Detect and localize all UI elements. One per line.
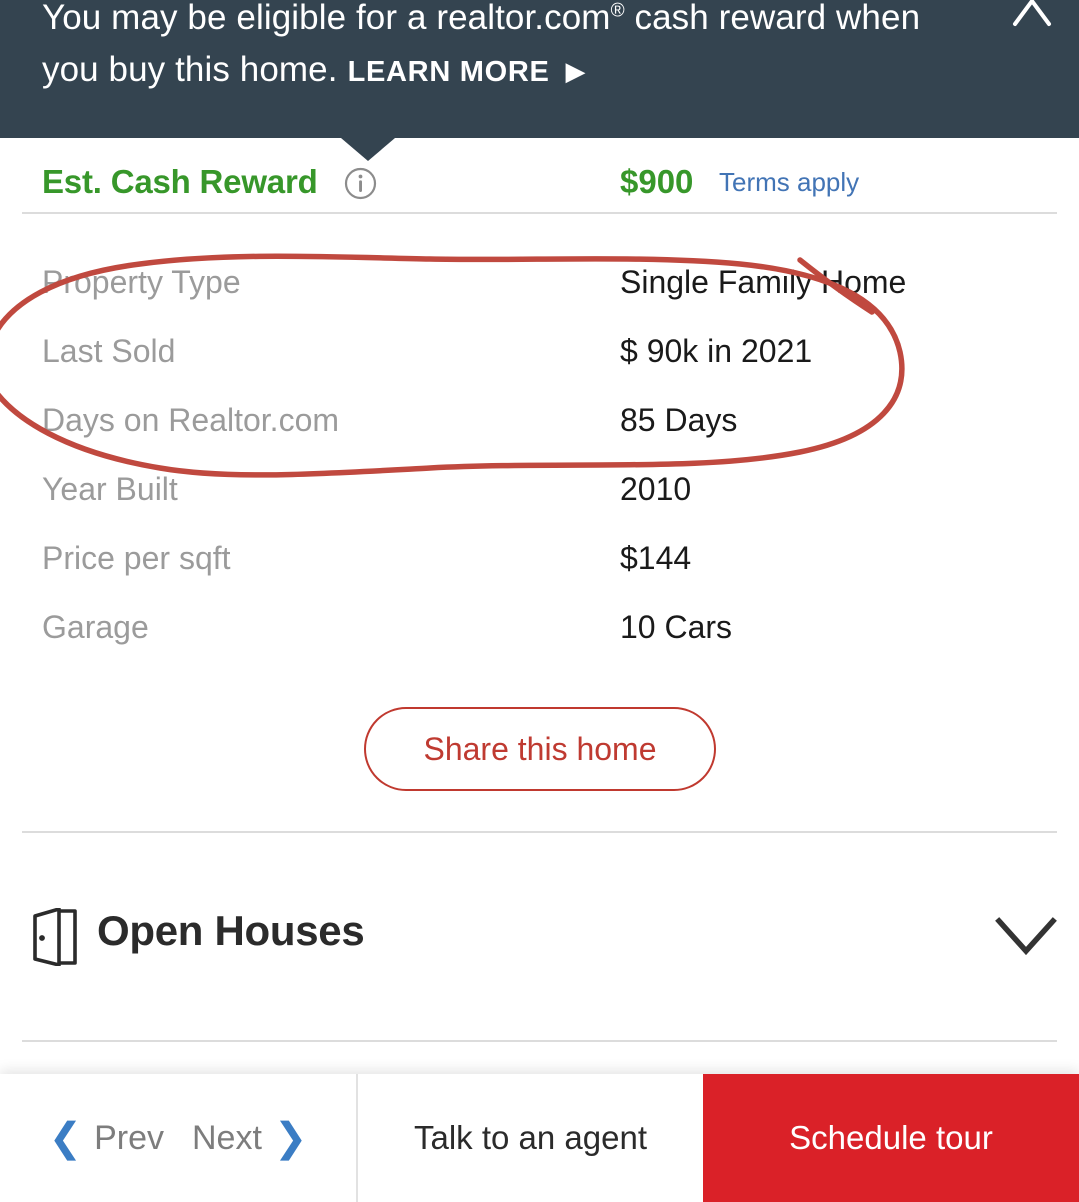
open-door-icon — [28, 907, 80, 967]
close-icon[interactable] — [1009, 0, 1055, 30]
property-details-table: Property Type Single Family Home Last So… — [0, 264, 1079, 678]
prev-listing-button[interactable]: ❮ Prev — [35, 1118, 178, 1158]
terms-apply-link[interactable]: Terms apply — [719, 167, 859, 198]
property-detail-screen: You may be eligible for a realtor.com® c… — [0, 0, 1079, 1202]
detail-value: 85 Days — [620, 402, 738, 438]
arrow-right-icon[interactable]: ▶ — [566, 45, 586, 97]
table-row: Price per sqft $144 — [0, 540, 1079, 609]
promo-message: You may be eligible for a realtor.com® c… — [42, 0, 982, 98]
divider-below-share — [22, 831, 1057, 833]
bottom-action-bar: ❮ Prev Next ❯ Talk to an agent Schedule … — [0, 1074, 1079, 1202]
table-row: Property Type Single Family Home — [0, 264, 1079, 333]
prev-label: Prev — [94, 1118, 164, 1157]
next-listing-button[interactable]: Next ❯ — [178, 1118, 321, 1158]
table-row: Days on Realtor.com 85 Days — [0, 402, 1079, 471]
detail-value: 10 Cars — [620, 609, 733, 645]
chevron-down-icon[interactable] — [993, 913, 1059, 959]
cash-reward-promo-banner[interactable]: You may be eligible for a realtor.com® c… — [0, 0, 1079, 138]
info-icon[interactable] — [344, 167, 377, 200]
open-houses-section-header[interactable]: Open Houses — [0, 895, 1079, 981]
banner-pointer-caret — [341, 138, 395, 161]
divider-below-open-houses — [22, 1040, 1057, 1042]
detail-label: Property Type — [42, 264, 241, 300]
detail-value: Single Family Home — [620, 264, 907, 300]
learn-more-link[interactable]: LEARN MORE — [348, 56, 550, 88]
detail-label: Price per sqft — [42, 540, 231, 576]
detail-value: 2010 — [620, 471, 692, 507]
promo-message-line1-tail: cash reward when — [624, 0, 921, 37]
chevron-left-icon: ❮ — [48, 1116, 83, 1160]
detail-label: Garage — [42, 609, 149, 645]
schedule-tour-button[interactable]: Schedule tour — [703, 1074, 1079, 1202]
divider-below-reward — [22, 212, 1057, 214]
cash-reward-row: Est. Cash Reward $900 Terms apply — [0, 163, 1079, 211]
next-label: Next — [192, 1118, 262, 1157]
promo-message-line1: You may be eligible for a realtor.com — [42, 0, 611, 37]
cash-reward-label: Est. Cash Reward — [42, 163, 318, 200]
table-row: Year Built 2010 — [0, 471, 1079, 540]
listing-navigation-group: ❮ Prev Next ❯ — [0, 1074, 358, 1202]
share-this-home-button[interactable]: Share this home — [364, 707, 716, 791]
detail-label: Last Sold — [42, 333, 176, 369]
cash-reward-amount: $900 — [620, 163, 694, 200]
talk-to-an-agent-button[interactable]: Talk to an agent — [358, 1074, 703, 1202]
open-houses-title: Open Houses — [97, 907, 365, 954]
table-row: Last Sold $ 90k in 2021 — [0, 333, 1079, 402]
detail-value: $ 90k in 2021 — [620, 333, 813, 369]
detail-label: Year Built — [42, 471, 178, 507]
promo-message-line2: you buy this home. — [42, 50, 338, 89]
detail-value: $144 — [620, 540, 692, 576]
registered-mark: ® — [610, 0, 625, 22]
table-row: Garage 10 Cars — [0, 609, 1079, 678]
chevron-right-icon: ❯ — [273, 1116, 308, 1160]
detail-label: Days on Realtor.com — [42, 402, 340, 438]
